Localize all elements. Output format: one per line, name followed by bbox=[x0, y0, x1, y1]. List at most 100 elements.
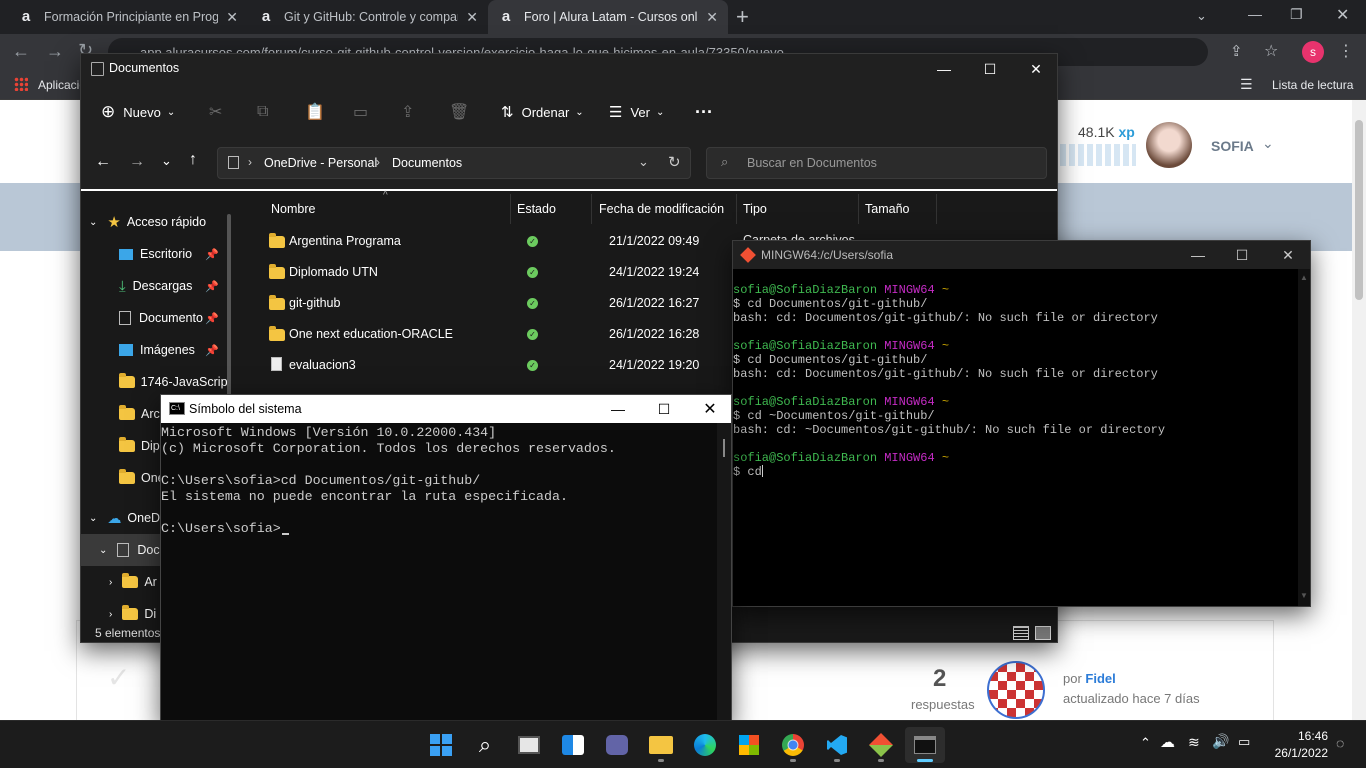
chevron-down-icon: ⌄ bbox=[89, 512, 98, 524]
author-name[interactable]: Fidel bbox=[1085, 671, 1115, 686]
cut-icon[interactable]: ✂ bbox=[209, 96, 222, 128]
user-name[interactable]: SOFIA bbox=[1211, 138, 1254, 154]
share-icon[interactable]: ⇪ bbox=[401, 96, 414, 128]
notifications-icon[interactable]: ◌ bbox=[1336, 735, 1344, 751]
mingw-output[interactable]: sofia@SofiaDiazBaron MINGW64 ~ $ cd Docum… bbox=[733, 269, 1298, 606]
minimize-icon[interactable]: — bbox=[921, 54, 967, 84]
nav-documents[interactable]: Documento 📌 bbox=[81, 302, 231, 334]
git-bash-icon[interactable] bbox=[861, 727, 901, 763]
forward-arrow-icon[interactable]: → bbox=[129, 153, 145, 171]
clock-time[interactable]: 16:46 bbox=[1270, 729, 1328, 743]
cmd-titlebar[interactable]: C:\ Símbolo del sistema — ☐ ✕ bbox=[161, 395, 731, 423]
minimize-icon[interactable]: — bbox=[1248, 6, 1262, 22]
back-arrow-icon[interactable]: ← bbox=[12, 41, 30, 62]
column-status[interactable]: Estado bbox=[511, 194, 592, 224]
column-type[interactable]: Tipo bbox=[737, 194, 859, 224]
close-icon[interactable]: ✕ bbox=[226, 9, 238, 26]
close-icon[interactable]: ✕ bbox=[466, 9, 478, 26]
breadcrumb-documentos[interactable]: Documentos bbox=[392, 156, 462, 170]
mingw-titlebar[interactable]: MINGW64:/c/Users/sofia — ☐ ✕ bbox=[733, 241, 1310, 269]
menu-dots-icon[interactable]: ⋮ bbox=[1338, 41, 1354, 61]
nav-downloads[interactable]: ⤓ Descargas 📌 bbox=[81, 270, 231, 302]
forward-arrow-icon[interactable]: → bbox=[46, 41, 64, 62]
restore-icon[interactable]: ❐ bbox=[1290, 6, 1303, 23]
close-icon[interactable]: ✕ bbox=[706, 9, 718, 26]
task-view-icon[interactable] bbox=[509, 727, 549, 763]
breadcrumb[interactable]: › OneDrive - Personal › Documentos ⌄ ↻ bbox=[217, 147, 691, 179]
reading-list-button[interactable]: Lista de lectura bbox=[1272, 78, 1353, 92]
maximize-icon[interactable]: ☐ bbox=[641, 395, 687, 423]
nav-label: 1746-JavaScript bbox=[140, 375, 231, 389]
back-arrow-icon[interactable]: ← bbox=[95, 153, 111, 171]
close-icon[interactable]: ✕ bbox=[687, 395, 733, 423]
user-avatar[interactable] bbox=[1146, 122, 1192, 168]
breadcrumb-onedrive[interactable]: OneDrive - Personal bbox=[264, 156, 377, 170]
view-button[interactable]: ☰ Ver ⌄ bbox=[609, 96, 664, 128]
scrollbar-thumb[interactable] bbox=[1355, 120, 1363, 300]
volume-icon[interactable]: 🔊 bbox=[1212, 733, 1229, 750]
sort-button[interactable]: ⇅ Ordenar ⌄ bbox=[501, 96, 584, 128]
browser-tab-1[interactable]: a Formación Principiante en Progra ✕ bbox=[8, 0, 248, 34]
tab-search-icon[interactable]: ⌄ bbox=[1196, 8, 1207, 24]
paste-icon[interactable]: 📋 bbox=[305, 96, 325, 128]
more-options-button[interactable]: ··· bbox=[695, 96, 713, 128]
scroll-up-icon[interactable]: ▲ bbox=[1300, 273, 1308, 282]
copy-icon[interactable]: ⧉ bbox=[257, 96, 268, 128]
minimize-icon[interactable]: — bbox=[595, 395, 641, 423]
pin-icon: 📌 bbox=[205, 312, 219, 325]
start-button[interactable] bbox=[421, 727, 461, 763]
delete-icon[interactable]: 🗑 bbox=[449, 96, 469, 128]
nav-desktop[interactable]: Escritorio 📌 bbox=[81, 238, 231, 270]
scrollbar-thumb[interactable] bbox=[723, 439, 725, 457]
recent-chevron-icon[interactable]: ⌄ bbox=[161, 153, 172, 169]
page-scrollbar[interactable] bbox=[1352, 100, 1366, 720]
star-icon[interactable]: ☆ bbox=[1264, 41, 1278, 61]
column-size[interactable]: Tamaño bbox=[859, 194, 937, 224]
command-line: $ cd Documentos/git-github/ bbox=[733, 353, 928, 367]
close-icon[interactable]: ✕ bbox=[1265, 241, 1311, 269]
file-explorer-icon[interactable] bbox=[641, 727, 681, 763]
chevron-down-icon[interactable]: ⌄ bbox=[638, 154, 649, 170]
widgets-icon[interactable] bbox=[553, 727, 593, 763]
cmd-output[interactable]: Microsoft Windows [Versión 10.0.22000.43… bbox=[161, 423, 716, 723]
maximize-icon[interactable]: ☐ bbox=[967, 54, 1013, 84]
up-arrow-icon[interactable]: ↑ bbox=[189, 151, 197, 169]
new-tab-button[interactable]: + bbox=[736, 4, 749, 30]
maximize-icon[interactable]: ☐ bbox=[1219, 241, 1265, 269]
edge-icon[interactable] bbox=[685, 727, 725, 763]
close-icon[interactable]: ✕ bbox=[1013, 54, 1059, 84]
clock-date[interactable]: 26/1/2022 bbox=[1262, 746, 1328, 760]
chrome-icon[interactable] bbox=[773, 727, 813, 763]
browser-tab-2[interactable]: a Git y GitHub: Controle y compart ✕ bbox=[248, 0, 488, 34]
wifi-icon[interactable]: ≋ bbox=[1188, 734, 1200, 751]
profile-avatar[interactable]: s bbox=[1302, 41, 1324, 63]
new-button[interactable]: ⊕ Nuevo ⌄ bbox=[101, 96, 175, 128]
onedrive-cloud-icon[interactable]: ☁ bbox=[1160, 733, 1175, 751]
chevron-down-icon[interactable]: ⌄ bbox=[1262, 135, 1274, 152]
refresh-icon[interactable]: ↻ bbox=[668, 153, 681, 171]
tiles-view-icon[interactable] bbox=[1035, 626, 1051, 640]
minimize-icon[interactable]: — bbox=[1175, 241, 1221, 269]
search-input[interactable]: ⌕ Buscar en Documentos bbox=[706, 147, 1047, 179]
share-icon[interactable]: ⇪ bbox=[1230, 42, 1243, 60]
browser-tab-3-active[interactable]: a Foro | Alura Latam - Cursos onlin ✕ bbox=[488, 0, 728, 34]
rename-icon[interactable]: ▭ bbox=[353, 96, 368, 128]
vscode-icon[interactable] bbox=[817, 727, 857, 763]
cmd-scrollbar[interactable] bbox=[717, 423, 731, 723]
store-icon[interactable] bbox=[729, 727, 769, 763]
search-icon[interactable]: ⌕ bbox=[465, 727, 505, 763]
nav-images[interactable]: Imágenes 📌 bbox=[81, 334, 231, 366]
nav-quick-access[interactable]: ⌄ ★ Acceso rápido bbox=[81, 206, 231, 238]
scroll-down-icon[interactable]: ▼ bbox=[1300, 591, 1308, 600]
details-view-icon[interactable] bbox=[1013, 626, 1029, 640]
column-date[interactable]: Fecha de modificación bbox=[593, 194, 737, 224]
battery-icon[interactable]: ▭ bbox=[1238, 734, 1250, 750]
teams-chat-icon[interactable] bbox=[597, 727, 637, 763]
author-avatar[interactable] bbox=[987, 661, 1045, 719]
close-icon[interactable]: ✕ bbox=[1336, 5, 1349, 25]
explorer-titlebar[interactable]: Documentos — ☐ ✕ bbox=[81, 54, 1057, 84]
chevron-up-icon[interactable]: ⌃ bbox=[1140, 735, 1151, 751]
terminal-icon[interactable] bbox=[905, 727, 945, 763]
column-name[interactable]: Nombre bbox=[265, 194, 511, 224]
mingw-scrollbar[interactable]: ▲ ▼ bbox=[1298, 269, 1310, 606]
